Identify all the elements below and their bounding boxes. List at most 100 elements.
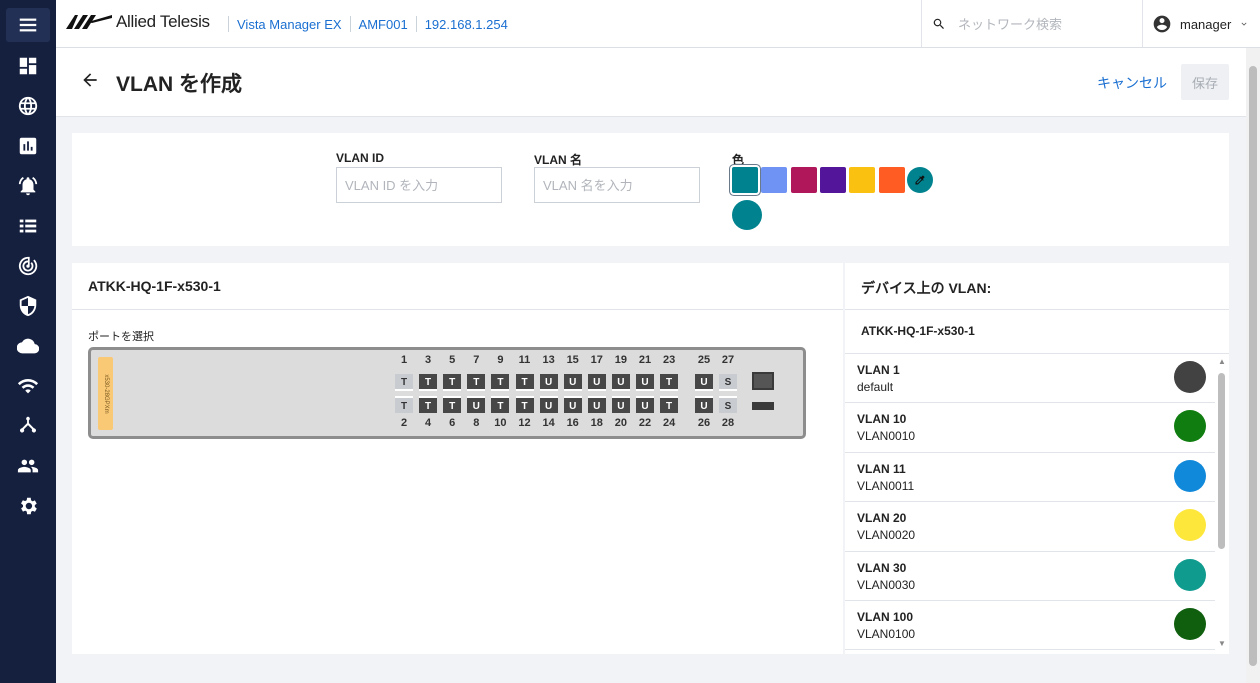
eyedropper-icon — [915, 175, 925, 185]
vlan-list-item[interactable]: VLAN 10 VLAN0010 — [845, 403, 1215, 453]
top-bar: Allied Telesis Vista Manager EX AMF001 1… — [56, 0, 1260, 48]
cancel-button[interactable]: キャンセル — [1097, 73, 1167, 93]
switch-port[interactable]: T — [443, 374, 462, 391]
switch-port[interactable]: U — [467, 396, 486, 413]
vlan-id-input[interactable] — [336, 167, 502, 203]
port-number: 7 — [473, 354, 480, 366]
switch-port[interactable]: U — [636, 374, 654, 391]
uplink-port[interactable] — [752, 372, 774, 390]
port-number: 22 — [638, 417, 652, 429]
color-label: 色 — [732, 153, 745, 167]
color-swatch[interactable] — [732, 167, 758, 193]
switch-port[interactable]: T — [515, 374, 534, 391]
switch-port[interactable]: T — [443, 396, 462, 413]
vlan-list-item[interactable]: VLAN 20 VLAN0020 — [845, 502, 1215, 552]
breadcrumb-app[interactable]: Vista Manager EX — [237, 17, 342, 32]
vlan-list-item[interactable]: VLAN 30 VLAN0030 — [845, 552, 1215, 601]
user-menu[interactable]: manager — [1152, 14, 1249, 34]
color-swatch[interactable] — [849, 167, 876, 193]
switch-port[interactable]: T — [660, 374, 679, 391]
username: manager — [1180, 16, 1232, 32]
port-number: 20 — [614, 417, 628, 429]
users-icon[interactable] — [16, 454, 40, 478]
radar-icon[interactable] — [16, 254, 40, 278]
vlan-description: VLAN0010 — [857, 429, 916, 444]
back-arrow-icon[interactable] — [80, 70, 100, 90]
vlan-list-item[interactable]: VLAN 11 VLAN0011 — [845, 453, 1215, 503]
device-vlans-panel: デバイス上の VLAN: ATKK-HQ-1F-x530-1 VLAN 1 def… — [845, 263, 1229, 654]
dashboard-icon[interactable] — [16, 54, 40, 78]
breadcrumb-amf[interactable]: AMF001 — [359, 17, 408, 32]
breadcrumb: Vista Manager EX AMF001 192.168.1.254 — [220, 16, 508, 32]
switch-port[interactable]: T — [395, 374, 413, 391]
switch-port[interactable]: T — [491, 374, 510, 391]
switch-port[interactable]: U — [611, 396, 630, 413]
page-scrollbar[interactable] — [1246, 48, 1260, 683]
scroll-down-icon[interactable]: ▼ — [1218, 639, 1226, 648]
switch-port[interactable]: T — [515, 396, 534, 413]
switch-port[interactable]: U — [611, 374, 630, 391]
wifi-icon[interactable] — [16, 374, 40, 398]
switch-port[interactable]: U — [695, 374, 713, 391]
vlan-list-scrollbar[interactable]: ▲ ▼ — [1215, 355, 1229, 651]
switch-port[interactable]: T — [660, 396, 679, 413]
switch-port[interactable]: U — [539, 396, 558, 413]
breadcrumb-divider — [349, 16, 351, 32]
list-icon[interactable] — [16, 214, 40, 238]
scroll-up-icon[interactable]: ▲ — [1218, 357, 1226, 366]
scrollbar-thumb[interactable] — [1218, 373, 1225, 549]
uplink-port[interactable] — [752, 402, 774, 410]
switch-port[interactable]: U — [539, 374, 558, 391]
vlan-name: VLAN 30 — [857, 560, 907, 575]
port-number: 24 — [662, 417, 676, 429]
page-scrollbar-thumb[interactable] — [1249, 66, 1257, 666]
switch-port[interactable]: S — [719, 374, 737, 391]
cloud-icon[interactable] — [16, 334, 40, 358]
allied-telesis-logo-icon — [66, 15, 112, 29]
switch-port[interactable]: U — [563, 396, 582, 413]
vlan-list-item[interactable]: VLAN 1 default — [845, 354, 1215, 404]
network-search[interactable]: ネットワーク検索 — [921, 0, 1143, 47]
topology-icon[interactable] — [16, 414, 40, 438]
selected-color-preview — [732, 200, 762, 230]
model-name: x530-28GPXm — [102, 373, 109, 414]
switch-port[interactable]: U — [695, 396, 713, 413]
switch-port[interactable]: S — [719, 396, 737, 413]
vlan-name: VLAN 10 — [857, 412, 907, 427]
color-picker-button[interactable] — [907, 167, 933, 193]
color-swatch[interactable] — [790, 167, 817, 193]
brand-logo[interactable]: Allied Telesis — [66, 12, 210, 32]
switch-port[interactable]: T — [419, 396, 438, 413]
port-number: 14 — [542, 417, 555, 429]
port-number: 11 — [518, 354, 531, 366]
color-swatch[interactable] — [878, 167, 905, 193]
color-swatch[interactable] — [819, 167, 846, 193]
port-number: 19 — [614, 354, 628, 366]
switch-port[interactable]: U — [563, 374, 582, 391]
port-number: 25 — [697, 354, 711, 366]
switch-port[interactable]: T — [419, 374, 438, 391]
switch-port[interactable]: U — [636, 396, 654, 413]
vlan-id-label: VLAN ID — [336, 151, 384, 165]
switch-port[interactable]: T — [467, 374, 486, 391]
switch-port[interactable]: T — [395, 396, 413, 413]
color-swatch[interactable] — [761, 167, 788, 193]
save-button[interactable]: 保存 — [1181, 64, 1229, 100]
vlan-list-item[interactable]: VLAN 100 VLAN0100 — [845, 601, 1215, 651]
port-number: 13 — [542, 354, 555, 366]
breadcrumb-ip[interactable]: 192.168.1.254 — [425, 17, 508, 32]
chart-icon[interactable] — [16, 134, 40, 158]
vlan-color-dot — [1174, 558, 1206, 591]
search-placeholder: ネットワーク検索 — [958, 17, 1063, 32]
vlan-name-input[interactable] — [534, 167, 700, 203]
globe-icon[interactable] — [16, 94, 40, 118]
alarm-icon[interactable] — [16, 174, 40, 198]
menu-icon[interactable] — [16, 13, 40, 37]
switch-port[interactable]: T — [491, 396, 510, 413]
gear-icon[interactable] — [16, 494, 40, 518]
port-number: 2 — [400, 417, 408, 429]
switch-port[interactable]: U — [587, 374, 606, 391]
switch-port[interactable]: U — [587, 396, 606, 413]
shield-icon[interactable] — [16, 294, 40, 318]
vlan-name: VLAN 20 — [857, 511, 907, 526]
